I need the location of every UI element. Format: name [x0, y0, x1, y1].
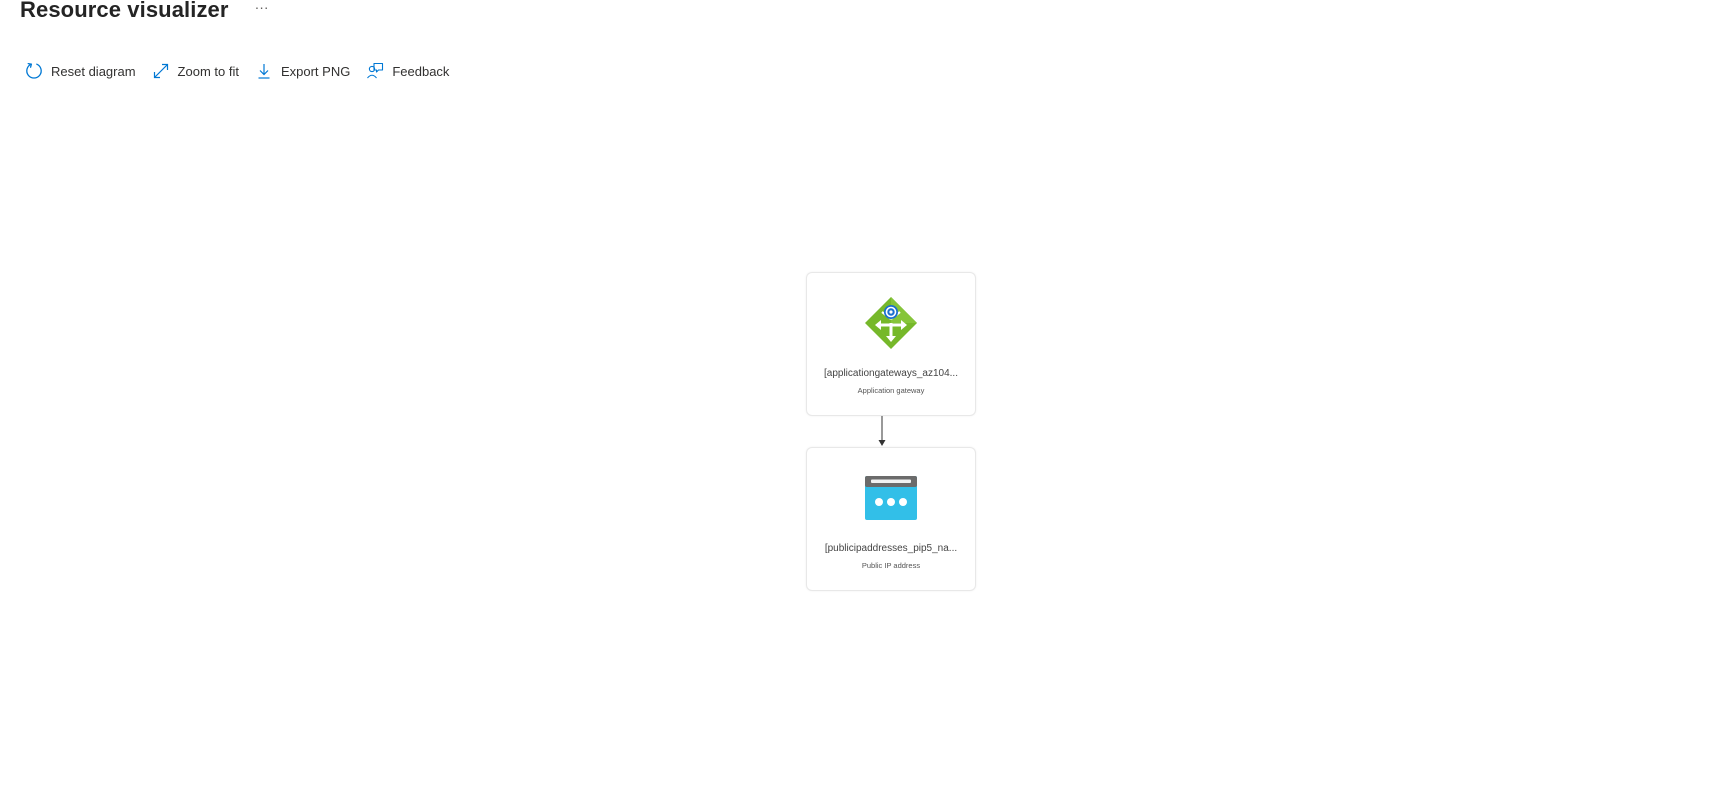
title-row: Resource visualizer ···: [20, 0, 273, 23]
application-gateway-icon: [861, 293, 921, 353]
feedback-button[interactable]: Feedback: [365, 61, 449, 81]
zoom-to-fit-button[interactable]: Zoom to fit: [151, 61, 239, 81]
edge-arrowhead: [878, 440, 886, 446]
zoom-to-fit-label: Zoom to fit: [177, 63, 239, 79]
feedback-label: Feedback: [392, 63, 450, 79]
reset-diagram-label: Reset diagram: [51, 63, 136, 79]
download-icon: [254, 61, 274, 81]
refresh-icon: [24, 61, 44, 81]
node-resource-type: Public IP address: [861, 561, 921, 570]
public-ip-address-icon: [861, 468, 921, 528]
node-resource-name: [publicipaddresses_pip5_na...: [824, 543, 958, 554]
toolbar: Reset diagram Zoom to fit Export PNG Fee…: [24, 60, 464, 82]
node-resource-name: [applicationgateways_az104...: [824, 368, 958, 379]
export-png-label: Export PNG: [280, 63, 351, 79]
page-title: Resource visualizer: [20, 0, 229, 22]
reset-diagram-button[interactable]: Reset diagram: [24, 61, 136, 81]
expand-diagonal-icon: [151, 61, 171, 81]
application-gateway-node[interactable]: [applicationgateways_az104... Applicatio…: [806, 272, 976, 416]
public-ip-address-node[interactable]: [publicipaddresses_pip5_na... Public IP …: [806, 447, 976, 591]
feedback-person-icon: [365, 61, 385, 81]
more-options-button[interactable]: ···: [251, 0, 273, 20]
node-resource-type: Application gateway: [857, 386, 925, 395]
export-png-button[interactable]: Export PNG: [254, 61, 350, 81]
resource-visualizer-page: Resource visualizer ··· Reset diagram Zo…: [0, 0, 1711, 798]
